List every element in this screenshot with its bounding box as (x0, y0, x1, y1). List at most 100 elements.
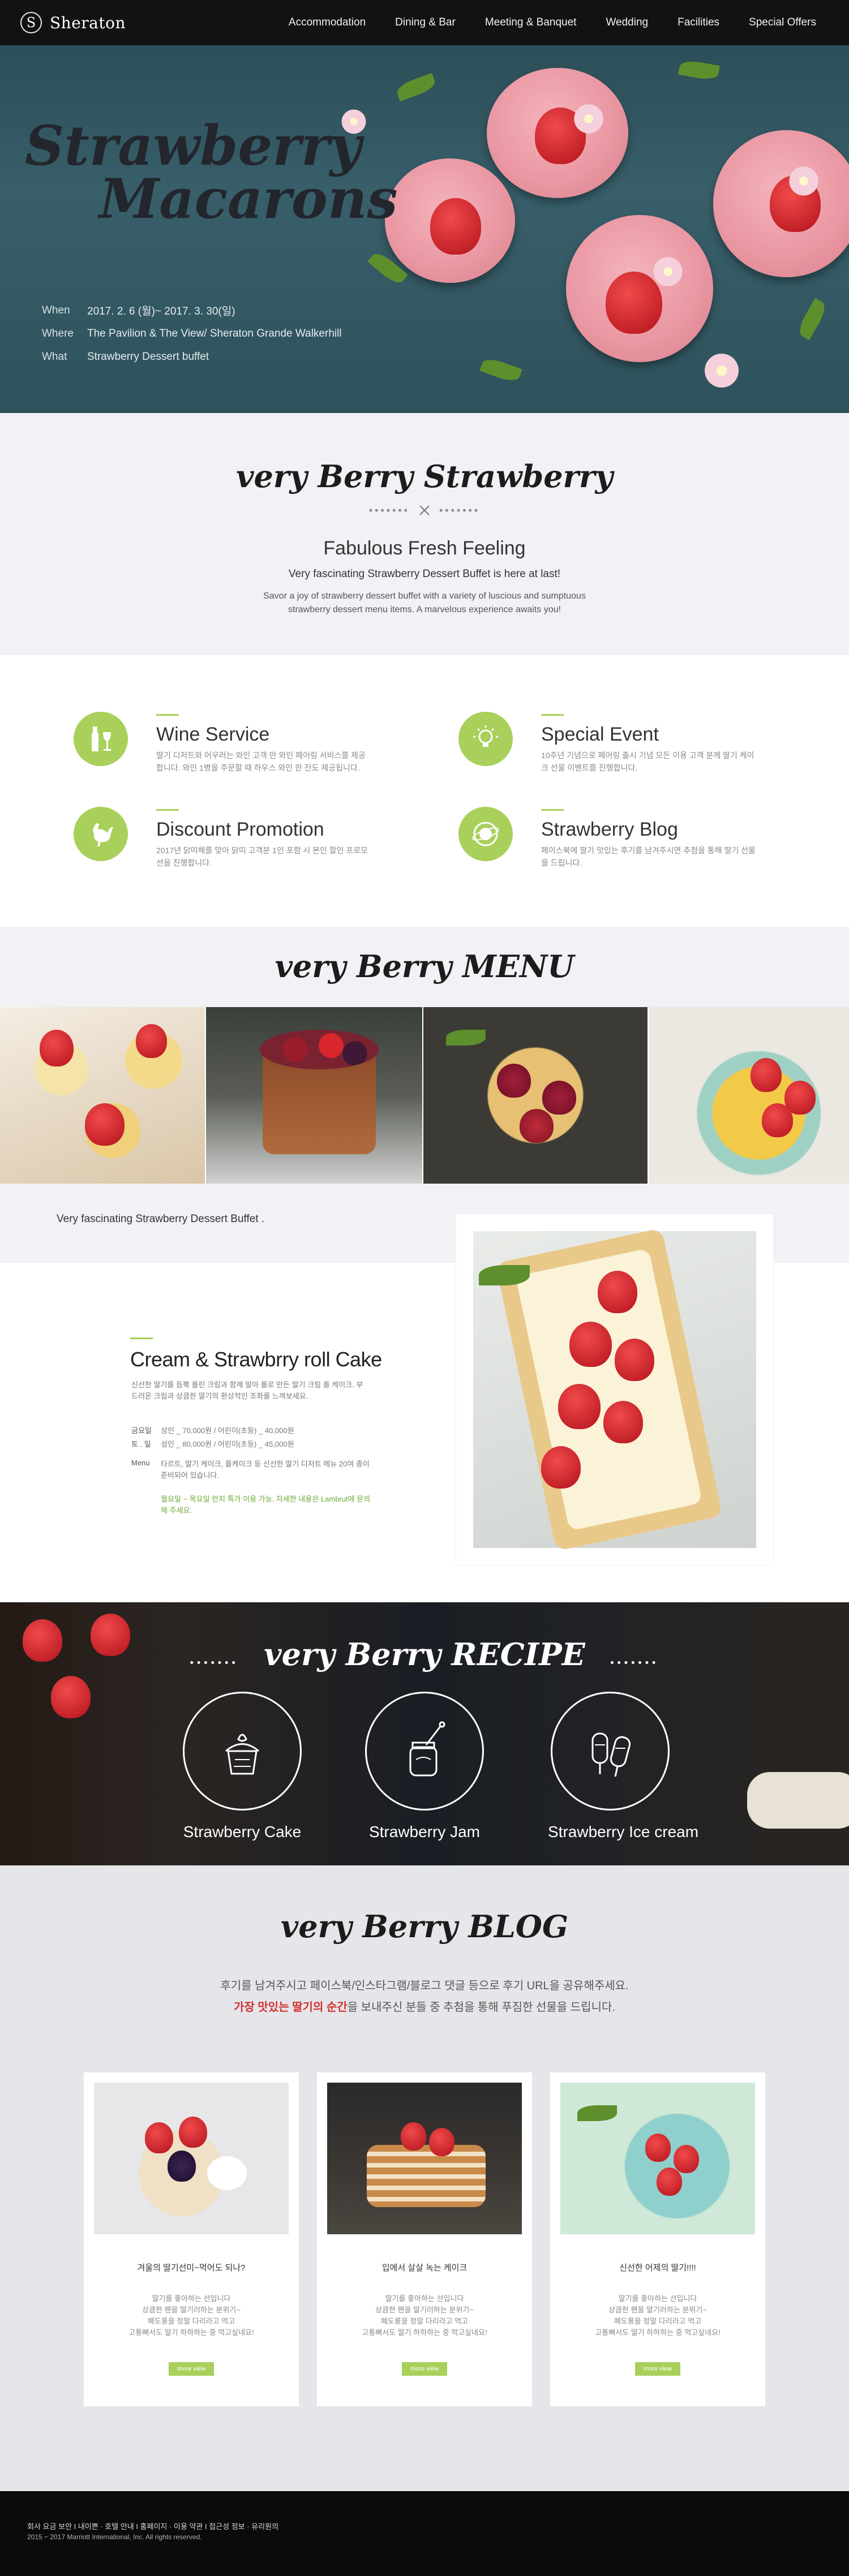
divider-dots: ••••••• (439, 504, 481, 516)
service-desc: 딸기 디저트와 어우러는 와인 고객 만 와인 페어링 서비스를 제공합니다. … (156, 751, 366, 772)
service-discount[interactable]: Discount Promotion 2017년 닭띠해를 맞아 닭띠 고객분 … (74, 807, 371, 869)
blog-section: very Berry BLOG 후기를 남겨주시고 페이스북/인스타그램/블로그… (0, 1865, 849, 2491)
tart-photo-frame (456, 1214, 773, 1565)
divider-ornament: ••••••• ••••••• (0, 504, 849, 517)
blog-card-body-line: 폐도롱을 정말 다리라고 먹고 (614, 2317, 702, 2325)
blog-card-body-line: 딸기를 좋아하는 선입니다 (152, 2294, 231, 2303)
intro-script-title: very Berry Strawberry (236, 458, 613, 494)
more-view-button[interactable]: more view (402, 2362, 447, 2376)
price-key: 금요일 (131, 1426, 152, 1435)
footer: 회사 요금 보안 I 내이쁜 · 호텔 안내 I 홈페이지 · 이용 약관 I … (0, 2491, 849, 2576)
nav-item-special-offers[interactable]: Special Offers (749, 16, 816, 29)
menu-photo-tarts (0, 1007, 205, 1184)
cross-icon (419, 505, 430, 515)
strawberry-image (657, 2168, 682, 2196)
when-value: 2017. 2. 6 (월)~ 2017. 3. 30(일) (87, 306, 235, 317)
divider-dots: ••••••• (610, 1657, 659, 1668)
recipe-label: Strawberry Ice cream (548, 1823, 699, 1840)
more-view-button[interactable]: more view (169, 2362, 214, 2376)
top-navigation: S Sheraton Accommodation Dining & Bar Me… (0, 0, 849, 45)
accent-line (156, 809, 179, 811)
service-title: Discount Promotion (156, 819, 324, 840)
rooster-icon (74, 807, 128, 861)
leaf-image (446, 1030, 486, 1046)
blog-card-body: 딸기를 좋아하는 선입니다 상큼한 팬을 딸기러하는 분위기~ 폐도롱을 정말 … (573, 2293, 743, 2338)
divider-dots: ••••••• (190, 1657, 239, 1668)
leaf-image (479, 355, 522, 385)
leaf-image (678, 59, 720, 81)
lightbulb-icon (458, 712, 513, 766)
blog-card[interactable]: 겨울의 딸기선미~먹어도 되나? 딸기를 좋아하는 선입니다 상큼한 팬을 딸기… (84, 2072, 299, 2406)
nav-item-facilities[interactable]: Facilities (678, 16, 719, 29)
mint-leaf-image (479, 1265, 530, 1285)
price-row-weekend: 토 . 일 성인 _ 80,000원 / 어린이(초등) _ 45,000원 (131, 1438, 294, 1449)
blog-card-body-line: 고통뼈서도 딸기 하하하는 중 먹고싶네요! (128, 2328, 254, 2337)
service-special-event[interactable]: Special Event 10주년 기념으로 페어링 출시 기념 모든 이용 … (458, 712, 756, 774)
cake-icon (183, 1692, 302, 1810)
blog-card[interactable]: 입에서 살살 녹는 케이크 딸기를 좋아하는 선입니다 상큼한 팬을 딸기러하는… (317, 2072, 532, 2406)
strawberry-image (541, 1446, 581, 1489)
accent-line (541, 809, 564, 811)
nav-item-accommodation[interactable]: Accommodation (289, 16, 366, 29)
blog-card-image (560, 2083, 755, 2234)
strawberry-image (429, 2128, 454, 2156)
cake-note: 월요일 ~ 목요일 런치 특가 이용 가능. 자세한 내용은 Lambrut에 … (161, 1495, 371, 1515)
utensil-image (747, 1772, 849, 1829)
strawberry-image (51, 1676, 91, 1718)
service-title: Strawberry Blog (541, 819, 678, 840)
strawberry-image (645, 2134, 671, 2162)
accent-line (156, 714, 179, 716)
blog-card-body-line: 상큼한 팬을 딸기러하는 분위기~ (608, 2306, 707, 2314)
cake-title: Cream & Strawbrry roll Cake (130, 1348, 382, 1371)
blog-card-body-line: 딸기를 좋아하는 선입니다 (385, 2294, 464, 2303)
strawberry-image (603, 1401, 643, 1443)
strawberry-image (615, 1339, 654, 1381)
cream-image (207, 2156, 247, 2190)
recipe-item-cake[interactable]: Strawberry Cake (180, 1692, 305, 1841)
flower-image (702, 351, 741, 390)
footer-links[interactable]: 회사 요금 보안 I 내이쁜 · 호텔 안내 I 홈페이지 · 이용 약관 I … (27, 2521, 278, 2531)
service-wine[interactable]: Wine Service 딸기 디저트와 어우러는 와인 고객 만 와인 페어링… (74, 712, 371, 774)
menu-row: Menu 타르트, 딸기 케이크, 롤케이크 등 신선한 딸기 디저트 메뉴 2… (131, 1459, 380, 1481)
jam-jar-icon (365, 1692, 484, 1810)
intro-heading: Fabulous Fresh Feeling (323, 537, 526, 559)
leaf-image (795, 298, 829, 341)
recipe-label: Strawberry Cake (183, 1823, 302, 1840)
recipe-item-icecream[interactable]: Strawberry Ice cream (548, 1692, 699, 1841)
more-view-button[interactable]: more view (635, 2362, 680, 2376)
blog-highlight: 가장 맛있는 딸기의 순간 (234, 2001, 348, 2014)
event-info: When 2017. 2. 6 (월)~ 2017. 3. 30(일) Wher… (42, 299, 342, 368)
flower-image (787, 164, 821, 198)
flower-image (572, 102, 606, 136)
service-title: Special Event (541, 724, 659, 745)
nav-item-dining-bar[interactable]: Dining & Bar (395, 16, 456, 29)
blog-card-body-line: 딸기를 좋아하는 선입니다 (618, 2294, 697, 2303)
intro-subheading: Very fascinating Strawberry Dessert Buff… (288, 568, 561, 580)
raspberry-image (542, 1081, 576, 1115)
strawberry-image (558, 1384, 601, 1429)
intro-desc-line2: strawberry dessert menu items. A marvelo… (288, 605, 561, 614)
blog-card-body: 딸기를 좋아하는 선입니다 상큼한 팬을 딸기러하는 분위기~ 폐도롱을 정말 … (340, 2293, 509, 2338)
blog-card-body-line: 상큼한 팬을 딸기러하는 분위기~ (142, 2306, 241, 2314)
service-blog[interactable]: Strawberry Blog 페이스북에 딸기 맛있는 후기를 남겨주시면 추… (458, 807, 756, 869)
flower-image (651, 255, 685, 289)
recipe-item-jam[interactable]: Strawberry Jam (362, 1692, 487, 1841)
blog-card-body-line: 고통뼈서도 딸기 하하하는 중 먹고싶네요! (362, 2328, 487, 2337)
strawberry-image (401, 2122, 426, 2151)
wine-bottle-icon (74, 712, 128, 766)
intro-section: very Berry Strawberry ••••••• ••••••• Fa… (0, 413, 849, 655)
strawberry-image (762, 1103, 793, 1137)
nav-item-wedding[interactable]: Wedding (606, 16, 648, 29)
cake-intro: 신선한 딸기를 듬뿍 올린 크림과 함께 말아 롤로 만든 딸기 크림 롤 케이… (131, 1381, 363, 1400)
strawberry-image (674, 2145, 699, 2173)
blog-card[interactable]: 신선한 어제의 딸기!!!! 딸기를 좋아하는 선입니다 상큼한 팬을 딸기러하… (550, 2072, 765, 2406)
popsicle-icon (551, 1692, 670, 1810)
service-title: Wine Service (156, 724, 270, 745)
nav-item-meeting-banquet[interactable]: Meeting & Banquet (485, 16, 577, 29)
menu-value: 타르트, 딸기 케이크, 롤케이크 등 신선한 딸기 디저트 메뉴 20여 종이… (161, 1460, 370, 1480)
menu-photo-berry-tart (423, 1007, 648, 1184)
sheraton-logo[interactable]: S Sheraton (20, 12, 126, 33)
where-label: Where (42, 327, 74, 339)
accent-line (130, 1338, 153, 1339)
price-value: 성인 _ 80,000원 / 어린이(초등) _ 45,000원 (161, 1440, 294, 1448)
